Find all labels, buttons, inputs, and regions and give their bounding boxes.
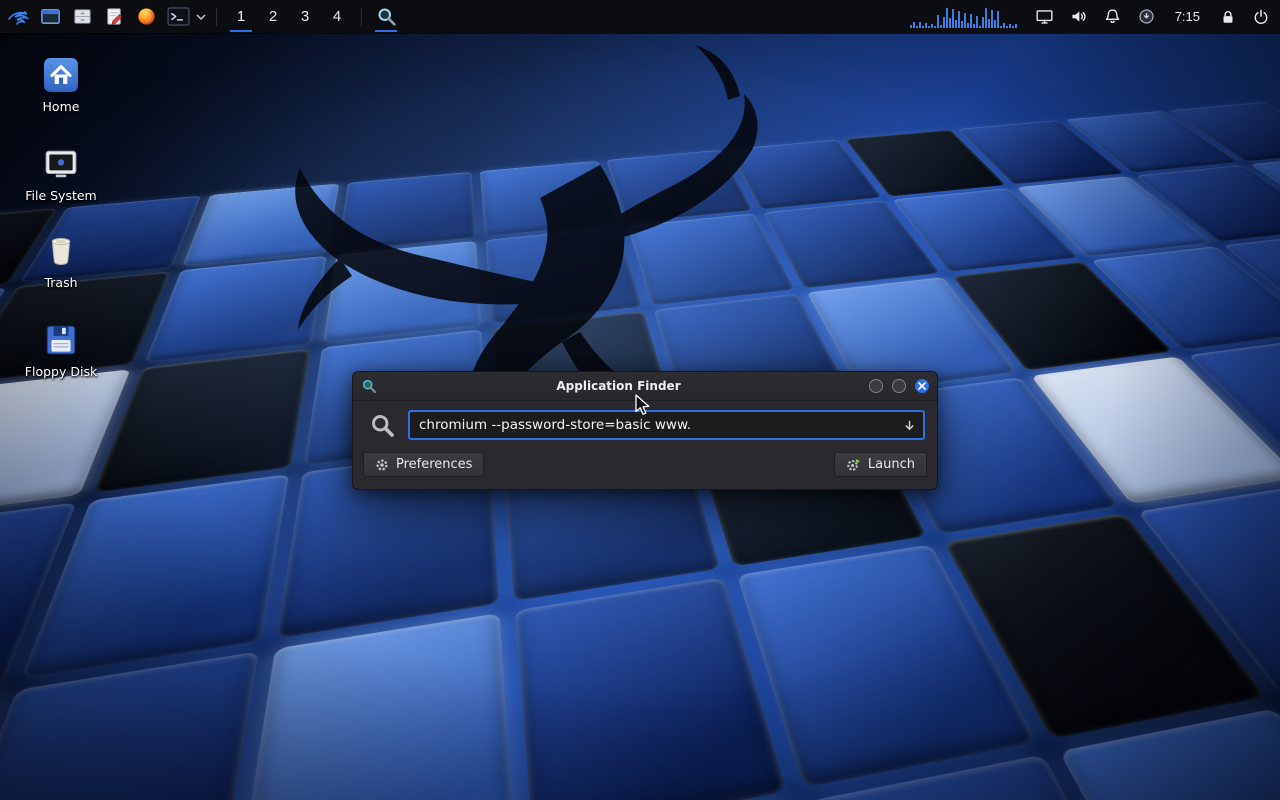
- preferences-button[interactable]: Preferences: [363, 452, 484, 477]
- firefox-icon[interactable]: [130, 0, 162, 33]
- arrow-down-icon: [903, 419, 916, 432]
- desktop-icon-file-system[interactable]: File System: [20, 144, 102, 203]
- workspace-1-label: 1: [237, 8, 245, 25]
- trash-icon: [44, 231, 78, 269]
- launch-icon: [846, 457, 861, 472]
- close-button[interactable]: [915, 379, 929, 393]
- home-icon: [43, 55, 79, 93]
- workspace-2-label: 2: [269, 8, 277, 25]
- desktop-icon-label: Floppy Disk: [25, 364, 97, 379]
- panel-separator: [216, 8, 217, 26]
- workspace-4[interactable]: 4: [321, 0, 353, 33]
- power-icon[interactable]: [1252, 0, 1270, 33]
- desktop-icon-home[interactable]: Home: [20, 55, 102, 114]
- desktop-icon-label: File System: [25, 188, 97, 203]
- close-icon: [918, 382, 926, 390]
- chevron-down-icon[interactable]: [194, 0, 208, 33]
- file-system-icon: [43, 144, 79, 182]
- desktop-icon-trash[interactable]: Trash: [20, 231, 102, 290]
- launch-button[interactable]: Launch: [834, 452, 927, 477]
- workspace-4-label: 4: [333, 8, 341, 25]
- display-icon[interactable]: [1035, 0, 1054, 33]
- history-dropdown-button[interactable]: [897, 413, 922, 437]
- workspace-3[interactable]: 3: [289, 0, 321, 33]
- app-finder-window-icon: [361, 378, 377, 394]
- launch-button-label: Launch: [868, 457, 915, 472]
- maximize-button[interactable]: [892, 379, 906, 393]
- panel-separator: [361, 8, 362, 26]
- text-editor-icon[interactable]: [98, 0, 130, 33]
- workspace-3-label: 3: [301, 8, 309, 25]
- preferences-button-label: Preferences: [396, 457, 472, 472]
- cpu-graph[interactable]: [910, 6, 1020, 28]
- desktop-icon-label: Trash: [44, 275, 77, 290]
- notifications-icon[interactable]: [1103, 0, 1122, 33]
- desktop-icon-list: Home File System Trash: [20, 55, 102, 409]
- window-title: Application Finder: [377, 379, 860, 393]
- status-indicator-icon[interactable]: [1137, 0, 1156, 33]
- floppy-disk-icon: [43, 320, 79, 358]
- search-icon: [369, 412, 396, 439]
- terminal-icon[interactable]: [162, 0, 194, 33]
- window-titlebar[interactable]: Application Finder: [353, 372, 937, 401]
- desktop-icon-floppy-disk[interactable]: Floppy Disk: [20, 320, 102, 379]
- lock-icon[interactable]: [1219, 0, 1237, 33]
- desktop-icon-label: Home: [43, 99, 80, 114]
- gear-icon: [375, 458, 389, 472]
- app-finder-taskbar-icon[interactable]: [370, 0, 402, 33]
- command-input[interactable]: [408, 410, 925, 440]
- file-manager-icon[interactable]: [66, 0, 98, 33]
- window-icon[interactable]: [34, 0, 66, 33]
- minimize-button[interactable]: [869, 379, 883, 393]
- workspace-2[interactable]: 2: [257, 0, 289, 33]
- volume-icon[interactable]: [1069, 0, 1088, 33]
- application-finder-window: Application Finder: [352, 371, 938, 490]
- clock[interactable]: 7:15: [1171, 0, 1204, 33]
- kali-menu-icon[interactable]: [2, 0, 34, 33]
- workspace-1[interactable]: 1: [225, 0, 257, 33]
- top-panel: 1 2 3 4: [0, 0, 1280, 33]
